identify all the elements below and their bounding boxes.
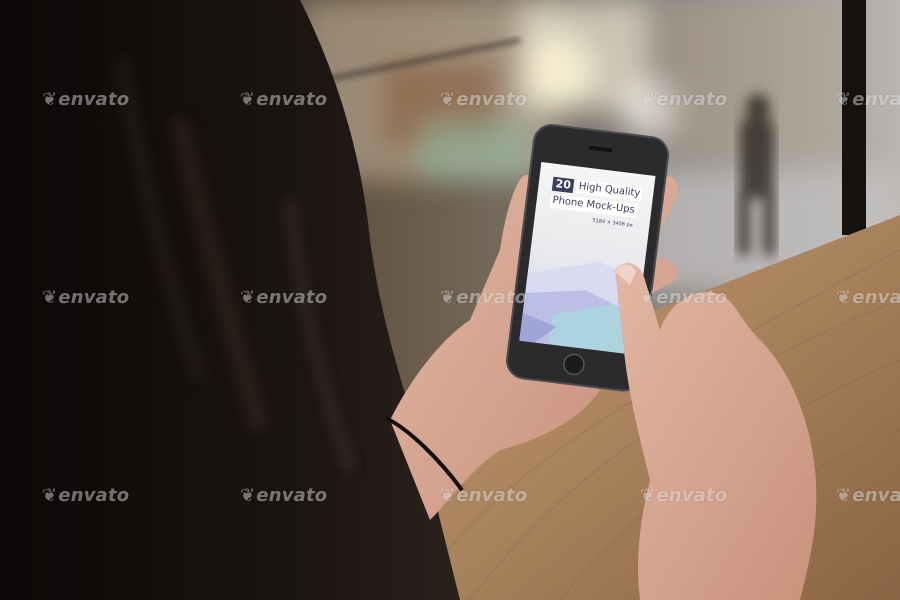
envato-leaf-icon: ❦ [240, 287, 256, 308]
watermark: ❦envato [640, 287, 728, 308]
screen-count-badge: 20 [551, 176, 575, 194]
watermark: ❦envato [440, 485, 528, 506]
envato-leaf-icon: ❦ [836, 287, 852, 308]
watermark: ❦envato [440, 287, 528, 308]
envato-leaf-icon: ❦ [42, 89, 58, 110]
watermark: ❦envato [440, 89, 528, 110]
watermark: ❦envato [640, 485, 728, 506]
envato-leaf-icon: ❦ [640, 89, 656, 110]
envato-leaf-icon: ❦ [42, 287, 58, 308]
watermark: ❦envato [836, 89, 900, 110]
watermark: ❦envato [836, 485, 900, 506]
envato-leaf-icon: ❦ [640, 287, 656, 308]
envato-leaf-icon: ❦ [42, 485, 58, 506]
watermark: ❦envato [42, 287, 130, 308]
envato-leaf-icon: ❦ [440, 287, 456, 308]
envato-leaf-icon: ❦ [240, 485, 256, 506]
envato-leaf-icon: ❦ [640, 485, 656, 506]
envato-leaf-icon: ❦ [440, 485, 456, 506]
watermark: ❦envato [836, 287, 900, 308]
envato-leaf-icon: ❦ [836, 485, 852, 506]
window-mullion [842, 0, 866, 235]
envato-leaf-icon: ❦ [836, 89, 852, 110]
watermark: ❦envato [42, 89, 130, 110]
watermark: ❦envato [240, 485, 328, 506]
envato-leaf-icon: ❦ [240, 89, 256, 110]
watermark: ❦envato [640, 89, 728, 110]
watermark: ❦envato [240, 287, 328, 308]
watermark: ❦envato [42, 485, 130, 506]
envato-leaf-icon: ❦ [440, 89, 456, 110]
watermark: ❦envato [240, 89, 328, 110]
